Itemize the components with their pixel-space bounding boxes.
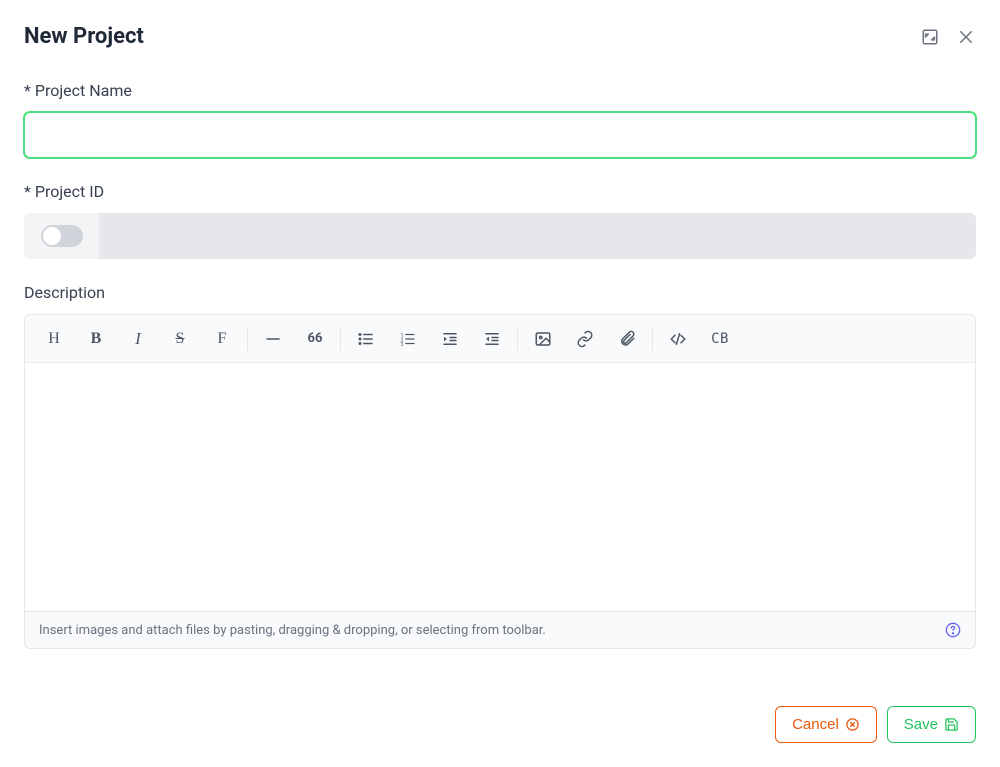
toolbar-divider	[247, 327, 248, 351]
blockquote-icon: 66	[308, 331, 323, 346]
code-block-icon: CB	[711, 331, 729, 347]
project-name-group: * Project Name	[24, 81, 976, 158]
strikethrough-icon: S	[176, 330, 185, 348]
ordered-list-button[interactable]: 1 2 3	[387, 318, 429, 360]
save-floppy-icon	[944, 717, 959, 732]
toggle-knob	[43, 227, 61, 245]
blockquote-button[interactable]: 66	[294, 318, 336, 360]
image-button[interactable]	[522, 318, 564, 360]
modal-title: New Project	[24, 24, 144, 49]
toolbar-divider	[517, 327, 518, 351]
bold-icon: B	[91, 330, 102, 348]
indent-icon	[441, 330, 459, 348]
font-button[interactable]: F	[201, 318, 243, 360]
code-block-button[interactable]: CB	[699, 318, 741, 360]
description-group: Description H B I S F 66	[24, 283, 976, 649]
link-icon	[576, 330, 594, 348]
project-name-label: * Project Name	[24, 81, 976, 100]
bold-button[interactable]: B	[75, 318, 117, 360]
unordered-list-button[interactable]	[345, 318, 387, 360]
project-id-group: * Project ID	[24, 182, 976, 259]
italic-icon: I	[135, 329, 141, 349]
editor-toolbar: H B I S F 66	[25, 315, 975, 363]
paperclip-icon	[618, 330, 636, 348]
header-actions	[920, 27, 976, 47]
code-icon	[668, 330, 688, 348]
italic-button[interactable]: I	[117, 318, 159, 360]
modal-footer: Cancel Save	[24, 682, 976, 743]
new-project-modal: New Project * Project Name * Project ID	[0, 0, 1000, 767]
code-button[interactable]	[657, 318, 699, 360]
save-button-label: Save	[904, 716, 938, 733]
modal-header: New Project	[24, 24, 976, 49]
description-label: Description	[24, 283, 976, 302]
close-icon[interactable]	[956, 27, 976, 47]
font-icon: F	[218, 330, 227, 348]
expand-icon[interactable]	[920, 27, 940, 47]
cancel-button-label: Cancel	[792, 716, 839, 733]
indent-button[interactable]	[429, 318, 471, 360]
attachment-button[interactable]	[606, 318, 648, 360]
svg-text:3: 3	[401, 341, 404, 347]
toolbar-divider	[652, 327, 653, 351]
editor-hint-text: Insert images and attach files by pastin…	[39, 623, 546, 638]
horizontal-rule-button[interactable]	[252, 318, 294, 360]
editor-footer: Insert images and attach files by pastin…	[25, 611, 975, 648]
image-icon	[534, 330, 552, 348]
ordered-list-icon: 1 2 3	[399, 330, 417, 348]
project-id-label: * Project ID	[24, 182, 976, 201]
horizontal-rule-icon	[264, 330, 282, 348]
link-button[interactable]	[564, 318, 606, 360]
project-id-toggle-wrap	[24, 213, 99, 259]
strikethrough-button[interactable]: S	[159, 318, 201, 360]
unordered-list-icon	[357, 330, 375, 348]
outdent-button[interactable]	[471, 318, 513, 360]
project-id-toggle[interactable]	[41, 225, 83, 247]
editor-textarea[interactable]	[25, 363, 975, 611]
project-name-input[interactable]	[24, 112, 976, 158]
toolbar-divider	[340, 327, 341, 351]
heading-icon: H	[48, 330, 60, 348]
help-icon[interactable]	[945, 622, 961, 638]
rich-text-editor: H B I S F 66	[24, 314, 976, 649]
heading-button[interactable]: H	[33, 318, 75, 360]
project-id-input[interactable]	[99, 213, 976, 259]
project-id-row	[24, 213, 976, 259]
cancel-circle-icon	[845, 717, 860, 732]
save-button[interactable]: Save	[887, 706, 976, 743]
outdent-icon	[483, 330, 501, 348]
cancel-button[interactable]: Cancel	[775, 706, 877, 743]
